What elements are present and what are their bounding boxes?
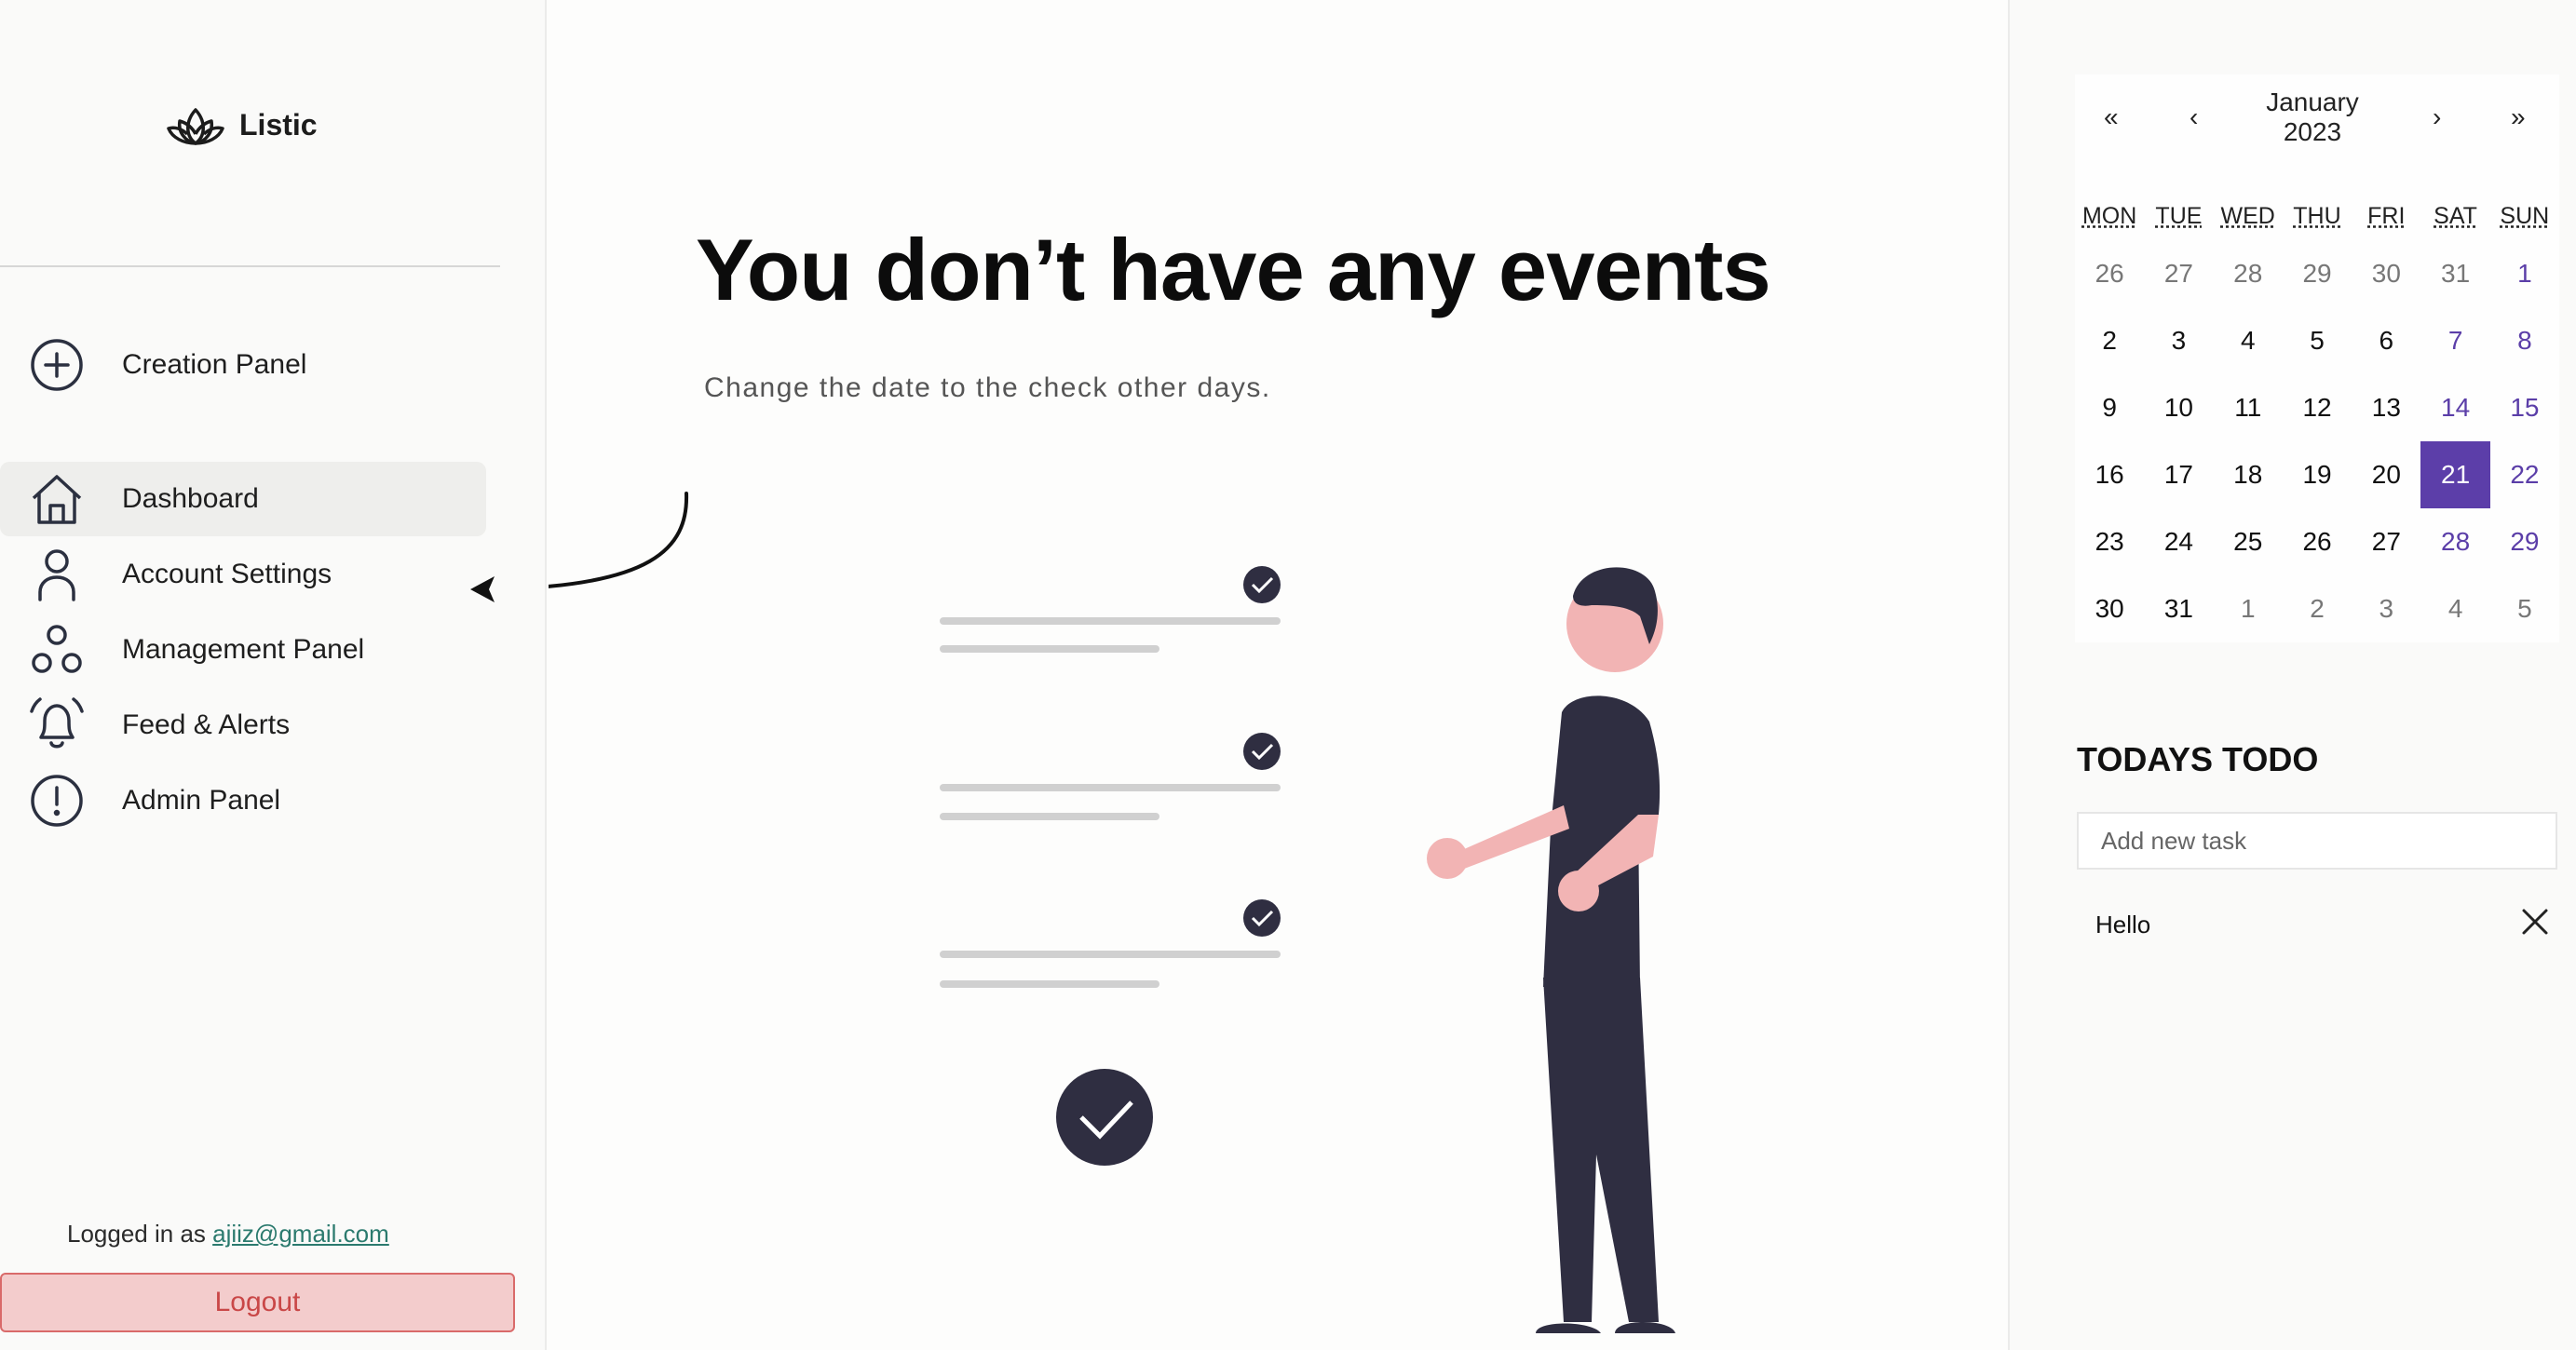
calendar-day[interactable]: 8 [2490,307,2559,374]
calendar-day[interactable]: 12 [2283,374,2352,441]
calendar-day[interactable]: 2 [2283,575,2352,642]
user-email-link[interactable]: ajiiz@gmail.com [212,1220,389,1248]
calendar-month-label[interactable]: January 2023 [2215,88,2410,147]
calendar-day[interactable]: 17 [2144,441,2213,508]
calendar-day[interactable]: 18 [2214,441,2283,508]
alert-circle-icon [28,772,86,830]
logout-button[interactable]: Logout [0,1273,515,1332]
calendar-day[interactable]: 28 [2214,240,2283,307]
sidebar-item-admin-panel[interactable]: Admin Panel [0,763,486,838]
plus-circle-icon [28,336,86,394]
empty-events-illustration [940,566,1281,1166]
weekday-label: SUN [2500,203,2550,229]
weekday-label: WED [2220,203,2275,229]
calendar: « ‹ January 2023 › » MON TUE WED THU FRI SAT S… [2075,74,2559,642]
calendar-day[interactable]: 19 [2283,441,2352,508]
calendar-month: January [2266,88,2359,116]
calendar-day[interactable]: 7 [2420,307,2489,374]
calendar-days: 26 27 28 29 30 31 1 2 3 4 5 6 7 8 9 10 11 12 13 14 15 16 17 18 1… [2075,240,2559,642]
calendar-day[interactable]: 3 [2352,575,2420,642]
app-logo[interactable]: Listic [165,101,318,149]
calendar-nav: « ‹ January 2023 › » [2075,74,2559,158]
calendar-day[interactable]: 30 [2352,240,2420,307]
calendar-day[interactable]: 21 [2420,441,2490,508]
calendar-day[interactable]: 6 [2352,307,2420,374]
calendar-day[interactable]: 10 [2144,374,2213,441]
weekday-label: TUE [2155,203,2203,229]
sidebar-item-creation-panel[interactable]: Creation Panel [0,328,486,402]
calendar-day[interactable]: 20 [2352,441,2420,508]
add-task-input[interactable] [2077,812,2557,870]
calendar-day[interactable]: 30 [2075,575,2144,642]
calendar-day[interactable]: 31 [2144,575,2213,642]
calendar-day[interactable]: 27 [2352,508,2420,575]
todo-title: TODAYS TODO [2077,740,2319,778]
calendar-day[interactable]: 3 [2144,307,2213,374]
main-content: You don’t have any events Change the dat… [470,0,2008,1350]
calendar-day[interactable]: 27 [2144,240,2213,307]
arrowhead-icon [470,576,495,602]
user-icon [28,546,86,603]
calendar-day[interactable]: 25 [2214,508,2283,575]
person-illustration [1427,567,1675,1333]
calendar-day[interactable]: 29 [2490,508,2559,575]
calendar-weekdays: MON TUE WED THU FRI SAT SUN [2075,203,2559,230]
prev-month-button[interactable]: ‹ [2190,102,2198,132]
weekday-label: FRI [2367,203,2406,229]
logged-in-prefix: Logged in as [67,1220,213,1248]
prev-year-button[interactable]: « [2104,102,2119,132]
calendar-day[interactable]: 2 [2075,307,2144,374]
todo-item: Hello [2095,911,2151,938]
calendar-day[interactable]: 11 [2214,374,2283,441]
right-panel: « ‹ January 2023 › » MON TUE WED THU FRI SAT S… [2008,0,2576,1350]
close-icon[interactable] [2518,905,2552,938]
sidebar-item-dashboard[interactable]: Dashboard [0,462,486,536]
next-year-button[interactable]: » [2511,102,2526,132]
calendar-day[interactable]: 29 [2283,240,2352,307]
calendar-day[interactable]: 13 [2352,374,2420,441]
sidebar-item-label: Dashboard [122,483,259,514]
sidebar-item-label: Feed & Alerts [122,709,291,740]
calendar-day[interactable]: 16 [2075,441,2144,508]
arrow-icon [549,492,689,588]
calendar-day[interactable]: 23 [2075,508,2144,575]
weekday-label: MON [2081,203,2137,229]
weekday-label: SAT [2434,203,2477,229]
home-icon [28,470,86,528]
lotus-icon [167,108,224,145]
calendar-day[interactable]: 31 [2420,240,2489,307]
page-title: You don’t have any events [696,221,1771,318]
bell-icon [28,696,86,754]
calendar-day[interactable]: 5 [2283,307,2352,374]
sidebar-item-label: Creation Panel [122,349,307,380]
circles-icon [28,621,86,679]
calendar-day[interactable]: 22 [2490,441,2559,508]
calendar-day[interactable]: 5 [2490,575,2559,642]
calendar-day[interactable]: 24 [2144,508,2213,575]
sidebar: Listic Creation Panel Dashboard Account … [0,0,547,1350]
calendar-day[interactable]: 1 [2490,240,2559,307]
calendar-day[interactable]: 26 [2075,240,2144,307]
logged-in-status: Logged in as ajiiz@gmail.com [67,1220,389,1249]
app-name: Listic [239,107,318,142]
weekday-label: THU [2293,203,2341,229]
sidebar-item-account-settings[interactable]: Account Settings [0,537,486,612]
calendar-day[interactable]: 28 [2420,508,2489,575]
calendar-day[interactable]: 26 [2283,508,2352,575]
sidebar-item-label: Account Settings [122,559,332,589]
sidebar-item-label: Management Panel [122,634,365,665]
sidebar-item-feed-alerts[interactable]: Feed & Alerts [0,688,486,763]
calendar-day[interactable]: 4 [2420,575,2489,642]
calendar-day[interactable]: 1 [2214,575,2283,642]
calendar-year: 2023 [2283,117,2342,146]
sidebar-item-label: Admin Panel [122,785,281,816]
calendar-day[interactable]: 9 [2075,374,2144,441]
calendar-day[interactable]: 15 [2490,374,2559,441]
page-subtitle: Change the date to the check other days. [704,372,1271,403]
sidebar-item-management-panel[interactable]: Management Panel [0,613,486,687]
calendar-day[interactable]: 4 [2214,307,2283,374]
calendar-day[interactable]: 14 [2420,374,2489,441]
next-month-button[interactable]: › [2433,102,2441,132]
sidebar-divider [0,265,500,267]
